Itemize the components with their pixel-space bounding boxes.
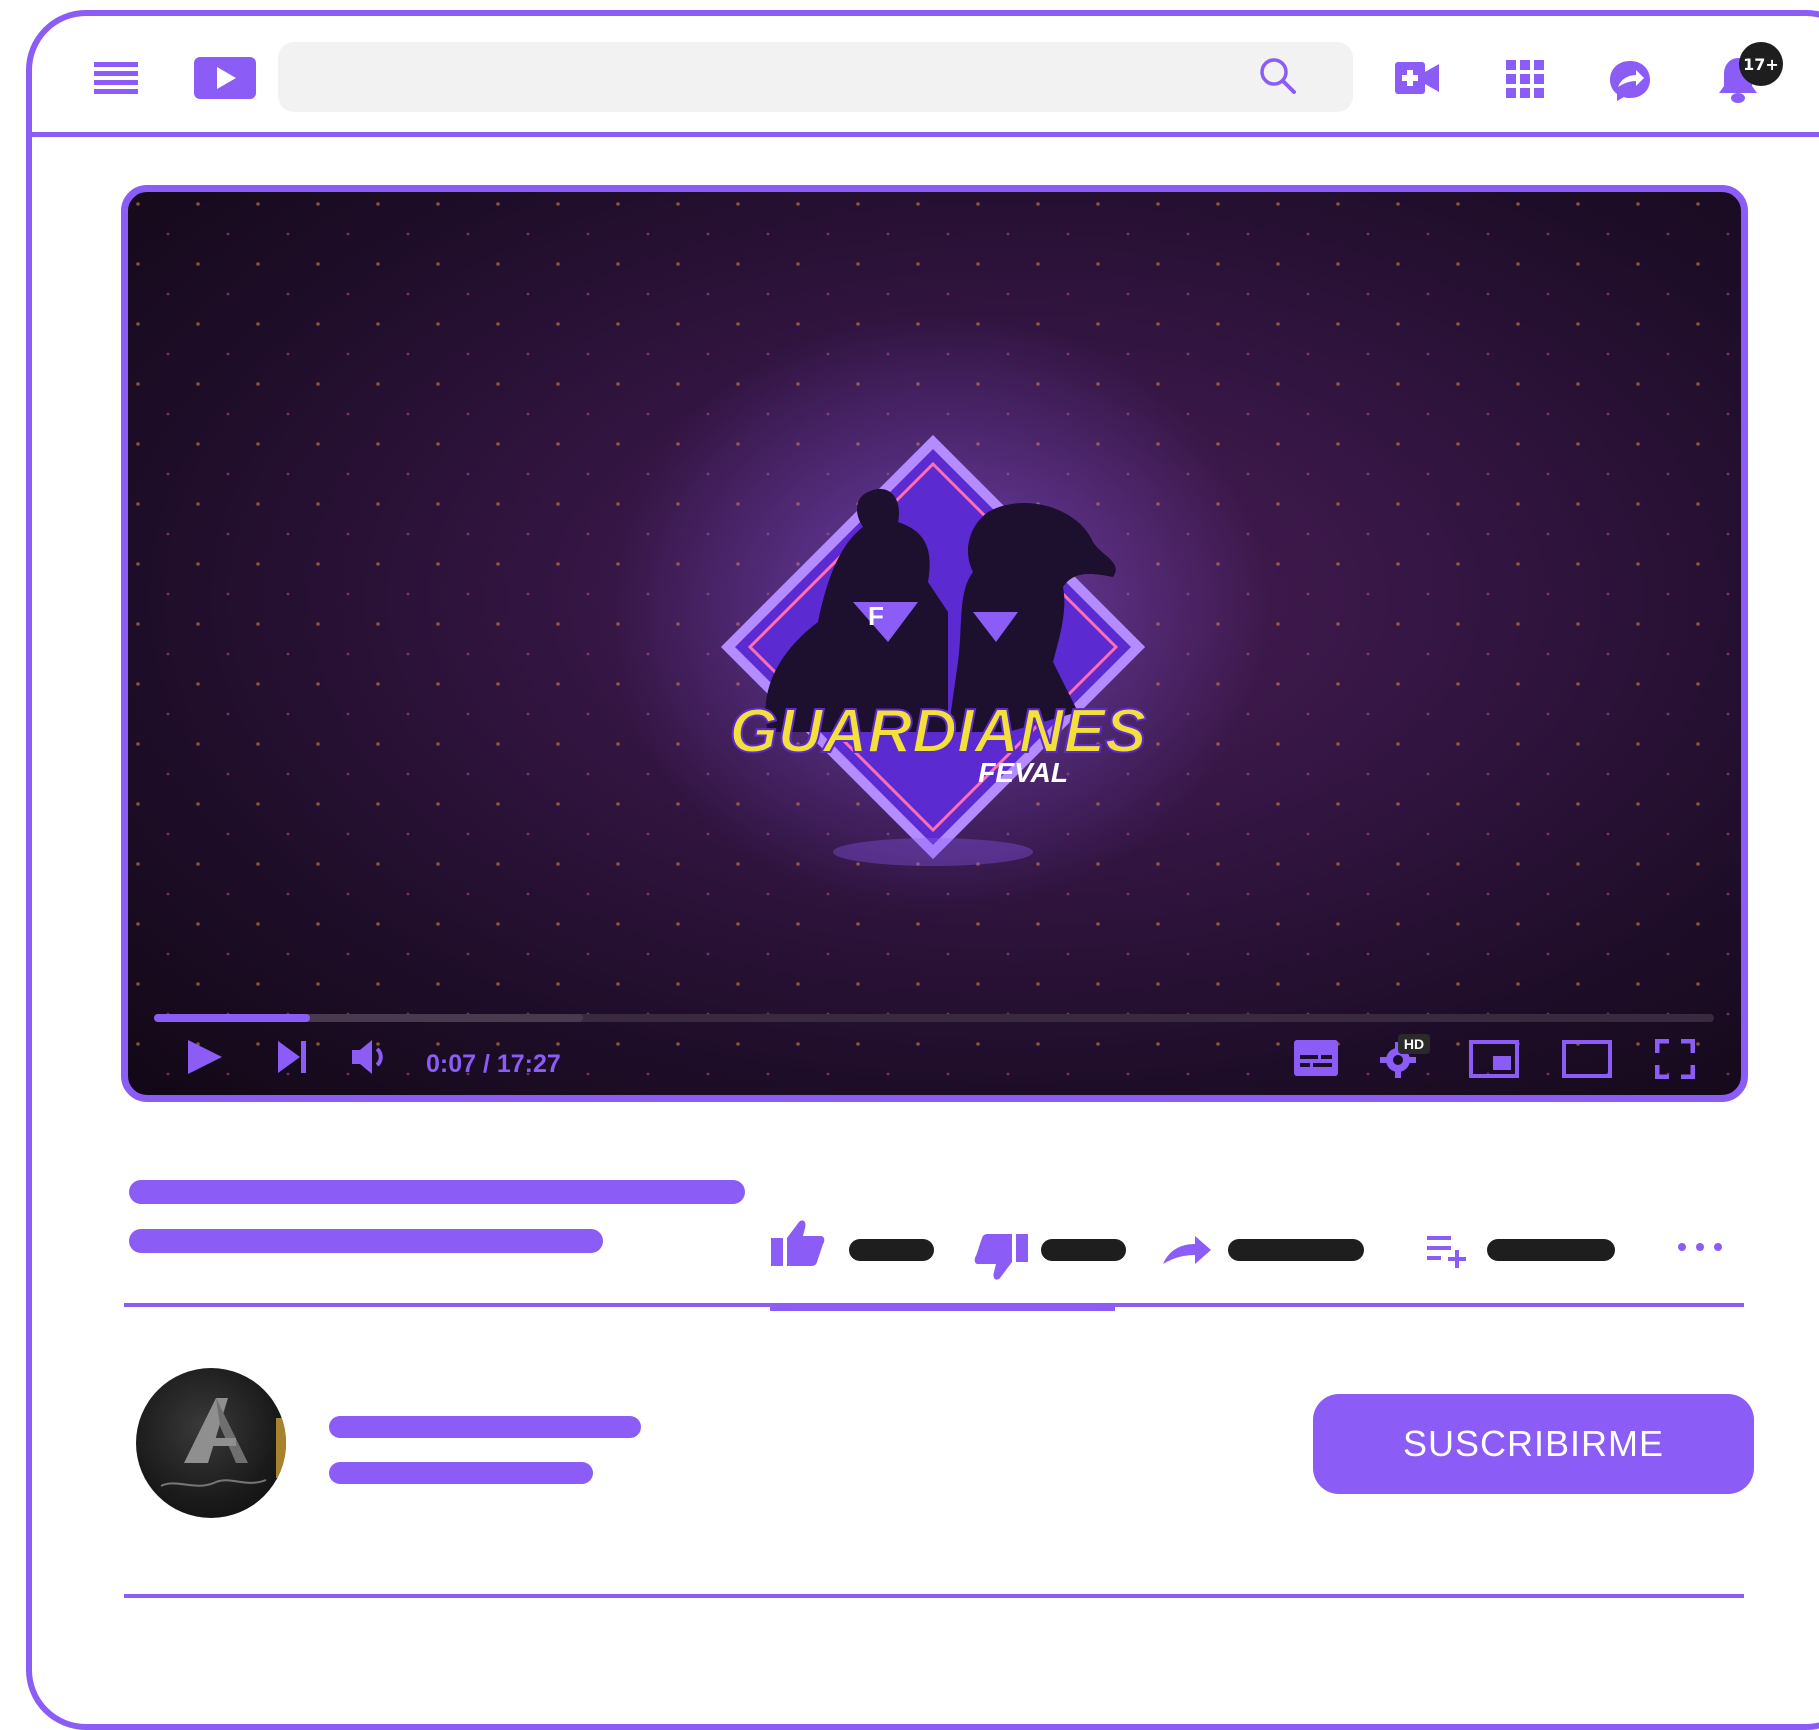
fullscreen-icon[interactable]	[1655, 1039, 1695, 1079]
apps-grid-icon[interactable]	[1506, 60, 1544, 98]
video-title-placeholder	[129, 1180, 745, 1204]
theater-mode-icon[interactable]	[1562, 1040, 1612, 1078]
messenger-icon[interactable]	[1608, 59, 1652, 103]
video-player[interactable]: F GUARDIANES FEVAL 0:07 / 17:27 HD	[121, 185, 1748, 1102]
settings-gear-icon[interactable]: HD	[1380, 1034, 1432, 1078]
channel-name-placeholder	[329, 1416, 641, 1438]
video-meta-placeholder	[129, 1229, 603, 1253]
subscriber-count-placeholder	[329, 1462, 593, 1484]
subscribe-button[interactable]: SUSCRIBIRME	[1313, 1394, 1754, 1494]
miniplayer-icon[interactable]	[1469, 1040, 1519, 1078]
like-count-placeholder	[849, 1239, 934, 1261]
time-display: 0:07 / 17:27	[426, 1050, 561, 1078]
search-icon[interactable]	[1258, 56, 1298, 96]
save-label-placeholder	[1487, 1239, 1615, 1261]
like-icon[interactable]	[771, 1218, 825, 1266]
more-options-icon[interactable]	[1677, 1242, 1723, 1252]
channel-avatar[interactable]	[136, 1368, 286, 1518]
dislike-icon[interactable]	[974, 1234, 1028, 1282]
play-logo-icon[interactable]	[194, 57, 256, 99]
next-icon[interactable]	[276, 1039, 308, 1075]
dislike-count-placeholder	[1041, 1239, 1126, 1261]
play-icon[interactable]	[186, 1038, 224, 1076]
menu-icon[interactable]	[94, 62, 138, 94]
video-logo-title: GUARDIANES	[730, 697, 1147, 766]
notification-badge[interactable]: 17+	[1739, 42, 1783, 86]
subtitles-icon[interactable]	[1294, 1040, 1338, 1076]
share-icon[interactable]	[1161, 1234, 1213, 1266]
channel-avatar-art	[160, 1398, 286, 1487]
share-label-placeholder	[1228, 1239, 1364, 1261]
save-to-playlist-icon[interactable]	[1427, 1234, 1467, 1268]
volume-icon[interactable]	[350, 1038, 388, 1076]
hd-label: HD	[1404, 1036, 1424, 1052]
video-frame-art: F GUARDIANES FEVAL	[128, 192, 1741, 1095]
like-ratio-bar	[770, 1303, 1115, 1311]
header-divider	[32, 132, 1819, 137]
progress-played	[154, 1014, 310, 1022]
svg-text:F: F	[868, 601, 884, 631]
search-input[interactable]	[278, 42, 1353, 112]
bottom-divider	[124, 1594, 1744, 1598]
add-video-icon[interactable]	[1395, 62, 1439, 94]
video-logo-subtitle: FEVAL	[978, 757, 1068, 788]
